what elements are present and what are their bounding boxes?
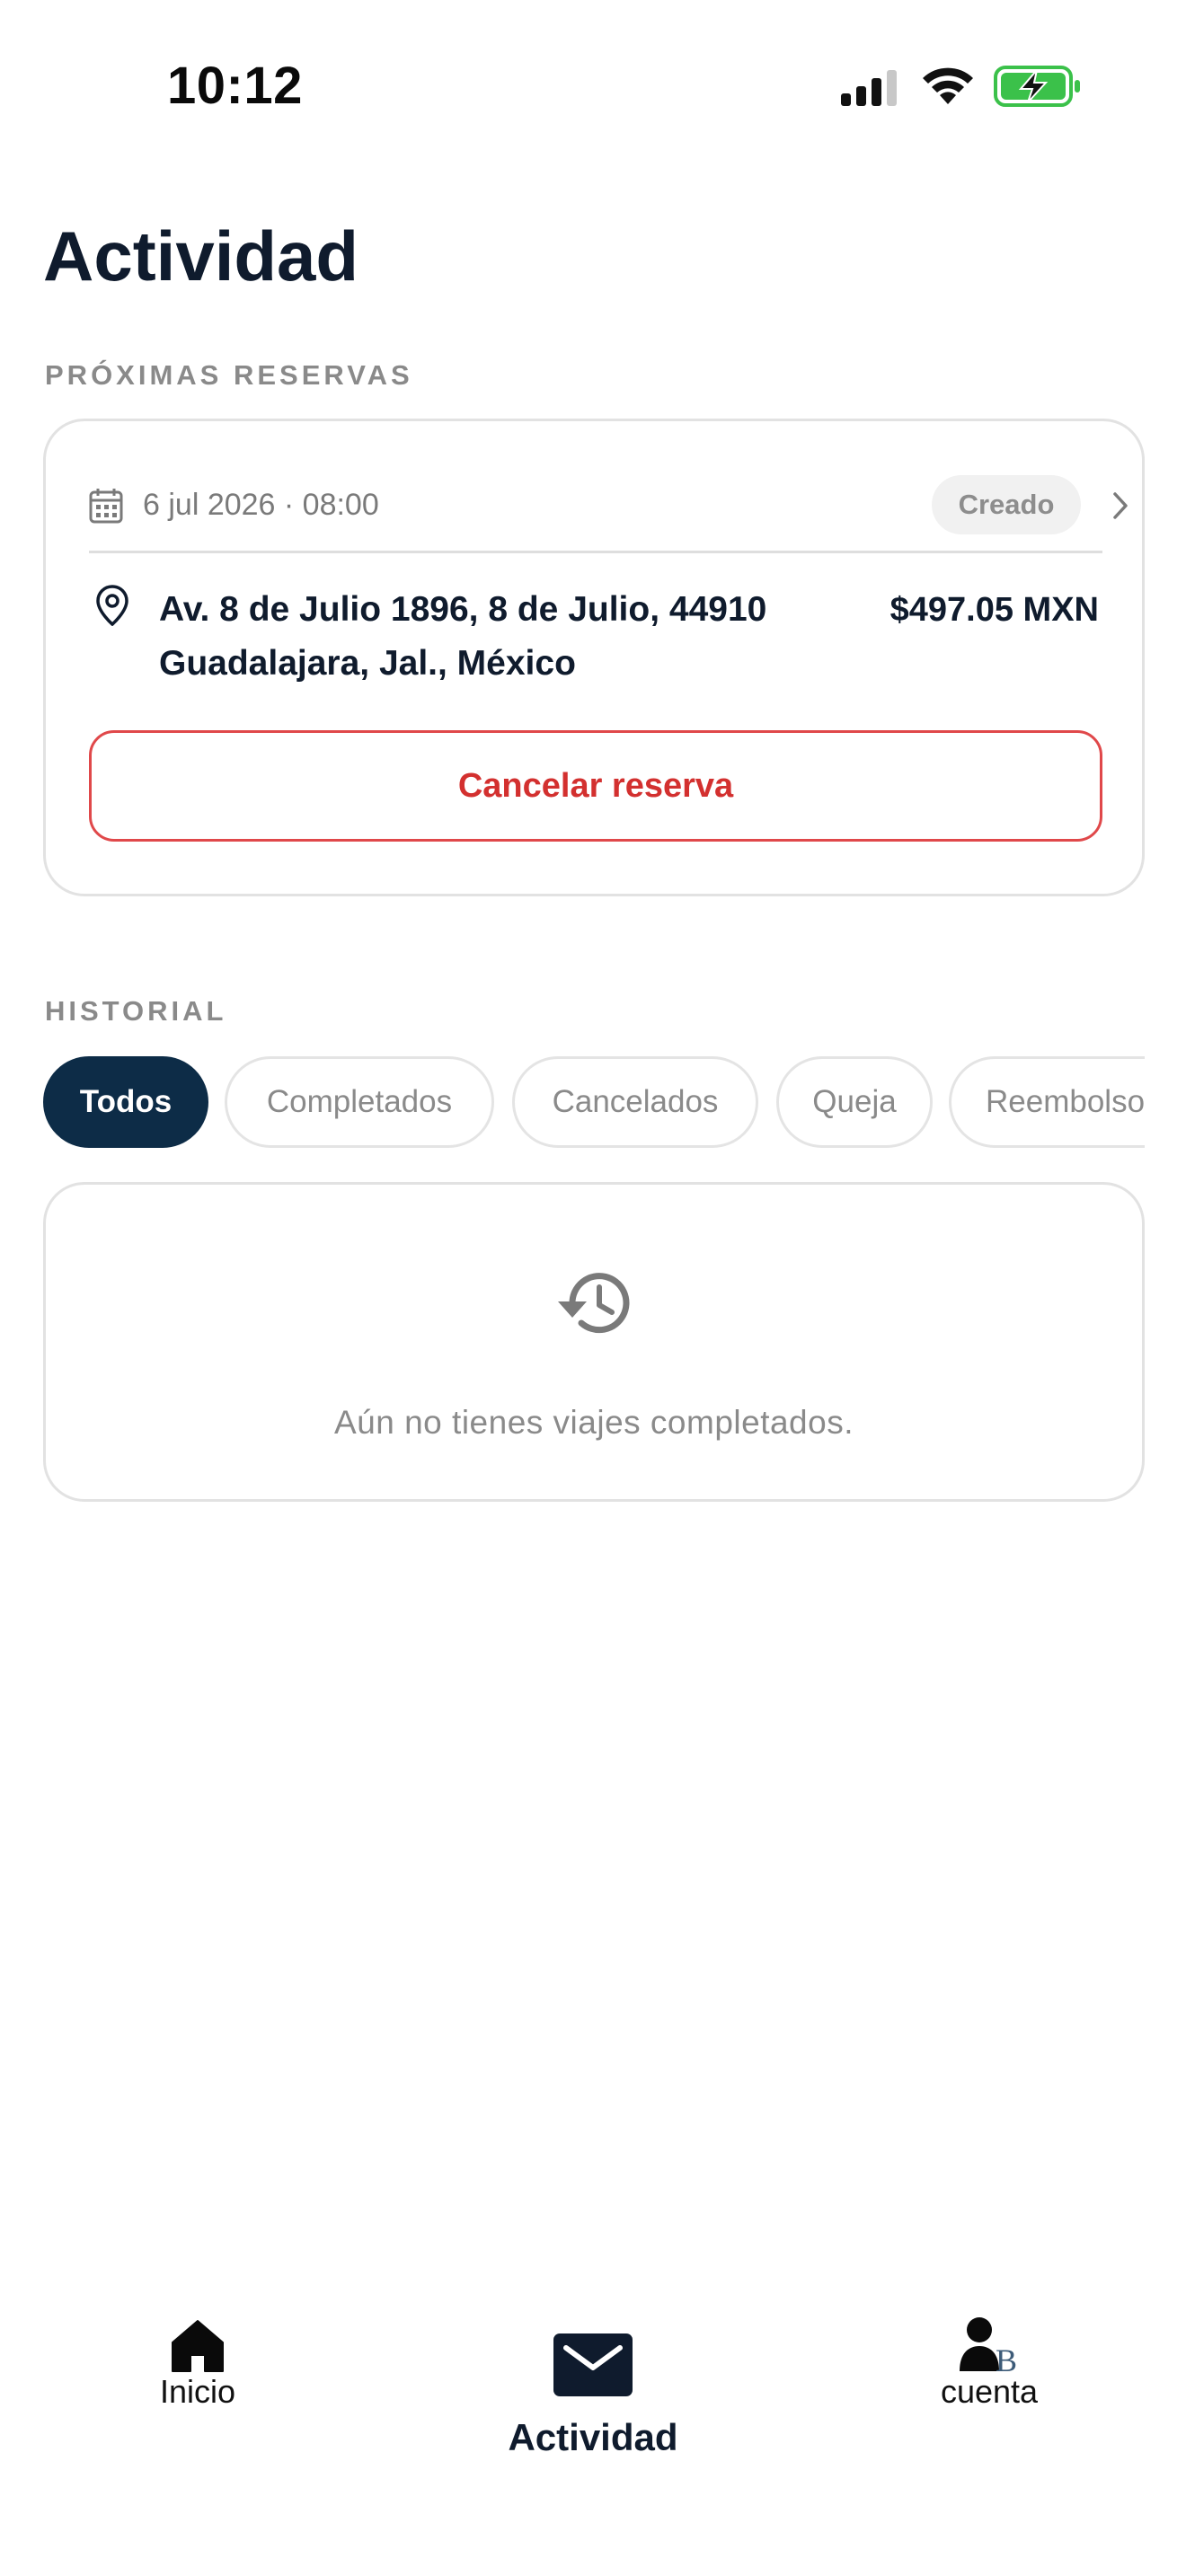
- booking-date: 6 jul 2026 · 08:00: [143, 488, 379, 522]
- status-bar: 10:12: [0, 0, 1186, 171]
- cellular-signal-icon: [841, 70, 897, 106]
- address-line-2: Guadalajara, Jal., México: [159, 644, 576, 683]
- location-pin-icon: [96, 585, 128, 626]
- home-icon: [172, 2320, 224, 2372]
- svg-text:B: B: [996, 2342, 1017, 2373]
- status-time: 10:12: [167, 57, 303, 115]
- cancel-booking-button[interactable]: Cancelar reserva: [89, 730, 1102, 842]
- filter-chip-queja[interactable]: Queja: [776, 1056, 933, 1148]
- status-badge: Creado: [932, 475, 1081, 534]
- history-icon: [558, 1273, 630, 1334]
- booking-date-row[interactable]: 6 jul 2026 · 08:00 Creado: [89, 475, 1128, 538]
- booking-address: Av. 8 de Julio 1896, 8 de Julio, 44910 G…: [159, 583, 878, 691]
- empty-state-card: Aún no tienes viajes completados.: [43, 1182, 1145, 1502]
- account-icon: B: [960, 2317, 1017, 2373]
- tab-inicio[interactable]: Inicio: [144, 2319, 252, 2411]
- tab-label-cuenta: cuenta: [940, 2373, 1039, 2410]
- chevron-right-icon[interactable]: [1111, 491, 1129, 520]
- booking-card[interactable]: 6 jul 2026 · 08:00 Creado Av. 8 de Julio…: [43, 419, 1145, 896]
- filter-chip-cancelados[interactable]: Cancelados: [512, 1056, 758, 1148]
- calendar-icon: [89, 489, 123, 524]
- upcoming-section-label: PRÓXIMAS RESERVAS: [45, 359, 413, 391]
- battery-charging-icon: [994, 66, 1080, 107]
- tab-label-inicio: Inicio: [159, 2373, 236, 2410]
- filter-chip-todos[interactable]: Todos: [43, 1056, 208, 1148]
- bottom-tab-bar: Inicio Actividad B cuenta: [0, 2299, 1186, 2576]
- tab-cuenta[interactable]: B cuenta: [931, 2316, 1048, 2411]
- filter-chip-reembolso[interactable]: Reembolso: [949, 1056, 1145, 1148]
- filter-chip-completados[interactable]: Completados: [225, 1056, 494, 1148]
- page-title: Actividad: [43, 216, 359, 296]
- tab-label-actividad: Actividad: [508, 2416, 678, 2458]
- activity-screen: 10:12 Actividad PRÓXIMAS RESERVAS 6 jul …: [0, 0, 1186, 2576]
- history-section-label: HISTORIAL: [45, 995, 227, 1027]
- address-line-1: Av. 8 de Julio 1896, 8 de Julio, 44910: [159, 590, 767, 629]
- booking-price: $497.05 MXN: [890, 591, 1099, 629]
- tab-actividad[interactable]: Actividad: [485, 2333, 701, 2459]
- wifi-icon: [923, 67, 973, 104]
- card-divider: [89, 551, 1102, 553]
- empty-state-message: Aún no tienes viajes completados.: [333, 1404, 854, 1441]
- history-filter-chips: Todos Completados Cancelados Queja Reemb…: [43, 1056, 1145, 1150]
- mail-icon: [553, 2333, 633, 2396]
